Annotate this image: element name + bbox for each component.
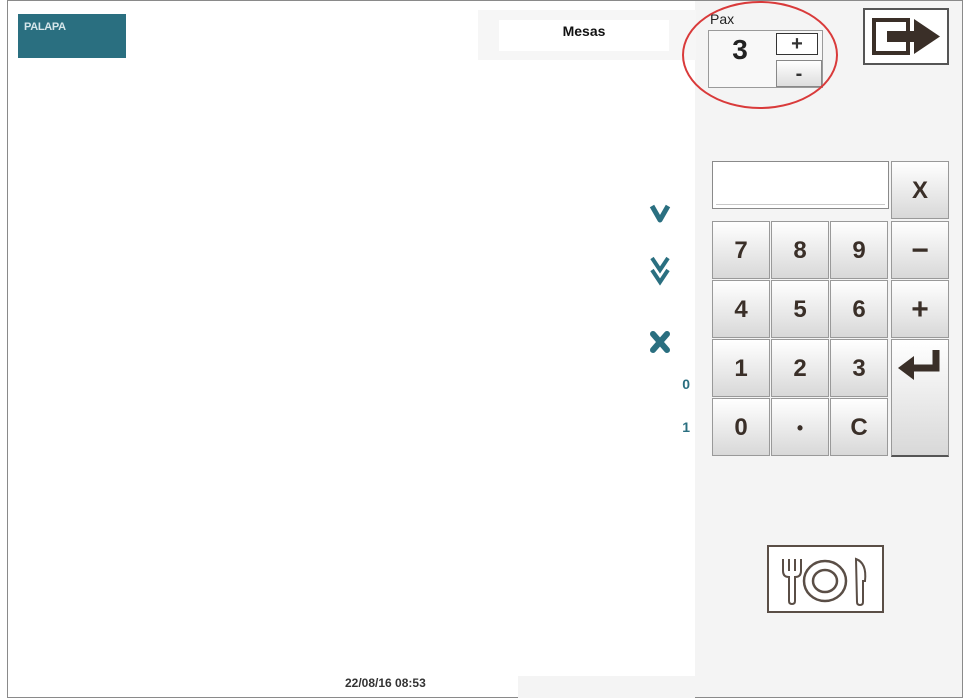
key-decimal[interactable]: • [771, 398, 829, 456]
key-0[interactable]: 0 [712, 398, 770, 456]
count-b: 1 [682, 419, 690, 435]
keypad-display[interactable] [712, 161, 889, 209]
key-9[interactable]: 9 [830, 221, 888, 279]
exit-arrow-icon [872, 18, 940, 55]
key-c[interactable]: C [830, 398, 888, 456]
highlight-circle [682, 1, 838, 109]
bottom-strip [518, 676, 695, 698]
key-2[interactable]: 2 [771, 339, 829, 397]
key-8[interactable]: 8 [771, 221, 829, 279]
exit-button[interactable] [863, 8, 949, 65]
key-4[interactable]: 4 [712, 280, 770, 338]
key-clear-x[interactable]: X [891, 161, 949, 219]
key-5[interactable]: 5 [771, 280, 829, 338]
close-x-icon [650, 331, 670, 353]
double-chevron-down-icon [650, 256, 670, 286]
enter-return-icon [898, 350, 940, 380]
key-minus[interactable]: − [891, 221, 949, 279]
count-a: 0 [682, 376, 690, 392]
scroll-page-down-button[interactable] [640, 254, 680, 290]
key-7[interactable]: 7 [712, 221, 770, 279]
key-plus[interactable]: + [891, 280, 949, 338]
table-service-button[interactable] [767, 545, 884, 613]
key-6[interactable]: 6 [830, 280, 888, 338]
key-enter[interactable] [891, 339, 949, 457]
mesas-label: Mesas [499, 20, 669, 51]
logo: PALAPA [18, 14, 126, 58]
plate-cutlery-icon [782, 557, 867, 607]
key-3[interactable]: 3 [830, 339, 888, 397]
chevron-down-icon [649, 204, 671, 223]
key-1[interactable]: 1 [712, 339, 770, 397]
delete-button[interactable] [640, 328, 680, 356]
scroll-down-button[interactable] [640, 198, 680, 228]
datetime-label: 22/08/16 08:53 [345, 676, 426, 690]
